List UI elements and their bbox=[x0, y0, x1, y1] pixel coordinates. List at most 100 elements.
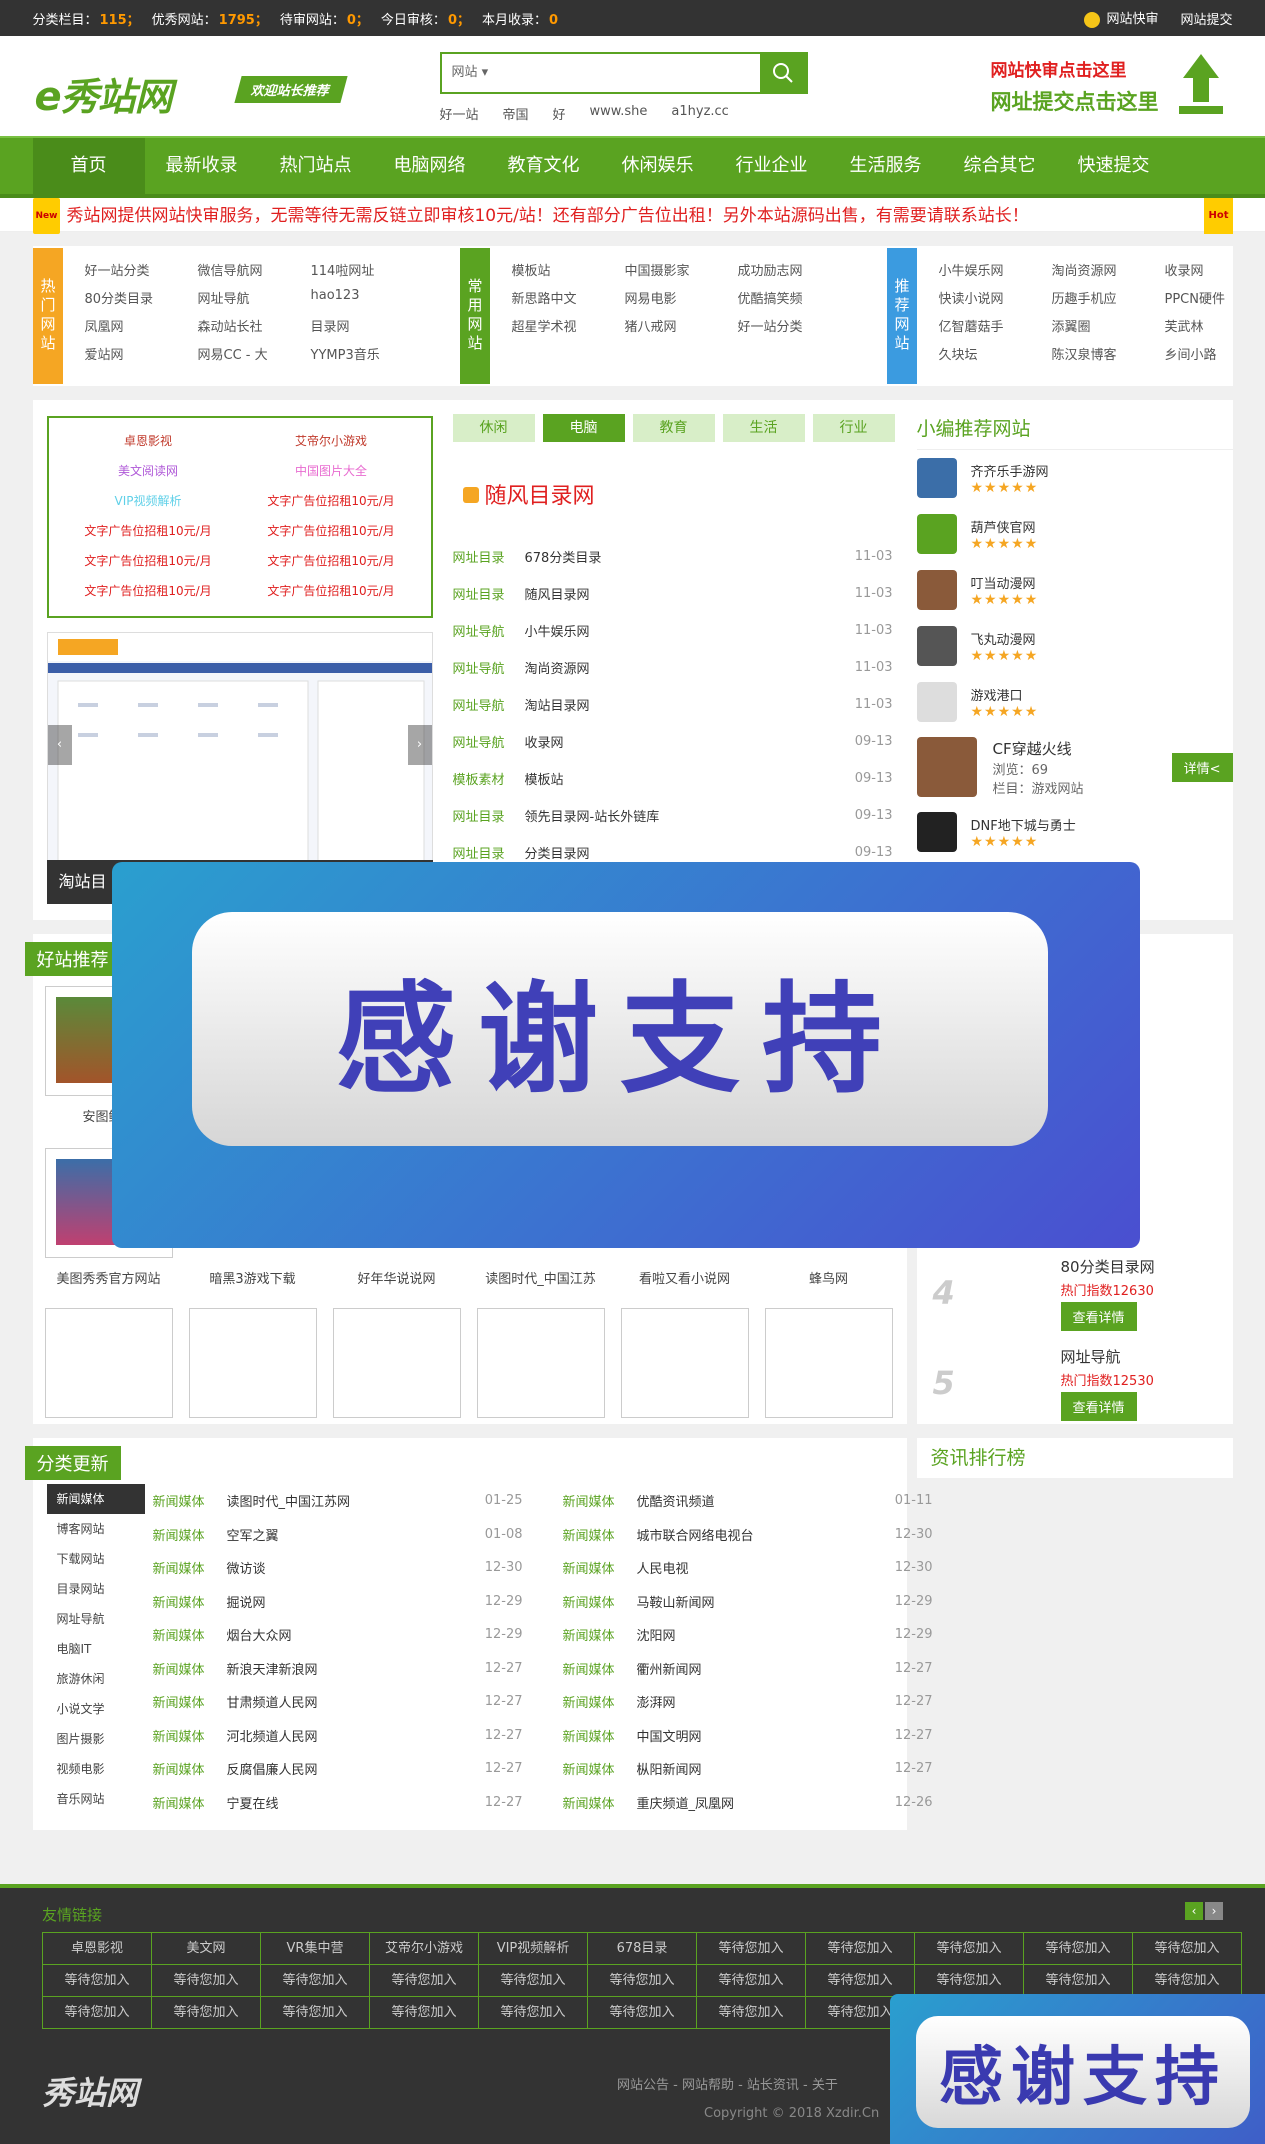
recommend-item[interactable]: 叮当动漫网 ★★★★★ bbox=[916, 562, 1233, 618]
item-name[interactable]: 分类目录网 bbox=[525, 843, 855, 862]
friend-link[interactable]: 等待您加入 bbox=[1024, 1933, 1133, 1965]
quick-link[interactable]: 优酷搞笑频 bbox=[738, 288, 851, 316]
slide-next-button[interactable]: › bbox=[407, 725, 432, 765]
item-category[interactable]: 新闻媒体 bbox=[153, 1558, 227, 1577]
rank-item[interactable]: 5 网址导航 热门指数12530 查看详情 bbox=[917, 1334, 1233, 1424]
hot-keyword-link[interactable]: 好 bbox=[553, 104, 566, 123]
item-name[interactable]: 澎湃网 bbox=[637, 1692, 895, 1711]
good-site-label[interactable]: 蜂鸟网 bbox=[765, 1268, 893, 1290]
item-category[interactable]: 网址目录 bbox=[453, 843, 525, 862]
search-input[interactable] bbox=[501, 54, 760, 92]
notice-text[interactable]: 秀站网提供网站快审服务，无需等待无需反链立即审核10元/站！还有部分广告位出租！… bbox=[66, 199, 1028, 233]
quick-link[interactable]: 陈汉泉博客 bbox=[1052, 344, 1165, 372]
quick-link[interactable]: 淘尚资源网 bbox=[1052, 260, 1165, 288]
item-category[interactable]: 网址导航 bbox=[453, 732, 525, 751]
good-site-card[interactable] bbox=[188, 1308, 317, 1418]
text-ad-link[interactable]: 文字广告位招租10元/月 bbox=[240, 576, 423, 606]
quick-link[interactable]: hao123 bbox=[311, 288, 424, 316]
quick-link[interactable]: 凤凰网 bbox=[85, 316, 198, 344]
quick-link[interactable]: 目录网 bbox=[311, 316, 424, 344]
quick-link[interactable]: 芙武林 bbox=[1165, 316, 1265, 344]
list-item[interactable]: 网址导航 收录网 09-13 bbox=[453, 723, 893, 760]
item-name[interactable]: 马鞍山新闻网 bbox=[637, 1592, 895, 1611]
list-item[interactable]: 网址导航 小牛娱乐网 11-03 bbox=[453, 612, 893, 649]
category-sidebar-item[interactable]: 视频电影 bbox=[47, 1754, 145, 1784]
item-category[interactable]: 模板素材 bbox=[453, 769, 525, 788]
item-category[interactable]: 新闻媒体 bbox=[153, 1659, 227, 1678]
list-item[interactable]: 新闻媒体 宁夏在线 12-27 bbox=[153, 1786, 523, 1820]
item-name[interactable]: 中国文明网 bbox=[637, 1726, 895, 1745]
nav-item[interactable]: 生活服务 bbox=[829, 138, 943, 194]
friend-link[interactable]: 等待您加入 bbox=[479, 1997, 588, 2029]
quick-link[interactable]: 114啦网址 bbox=[311, 260, 424, 288]
site-logo[interactable]: e秀站网 bbox=[35, 66, 173, 121]
category-sidebar-item[interactable]: 电脑IT bbox=[47, 1634, 145, 1664]
item-category[interactable]: 新闻媒体 bbox=[563, 1793, 637, 1812]
item-name[interactable]: 模板站 bbox=[525, 769, 855, 788]
friend-link[interactable]: 等待您加入 bbox=[806, 1933, 915, 1965]
text-ad-link[interactable]: 文字广告位招租10元/月 bbox=[240, 486, 423, 516]
quick-link[interactable]: 好一站分类 bbox=[738, 316, 851, 344]
friend-link[interactable]: 等待您加入 bbox=[261, 1965, 370, 1997]
item-name[interactable]: 城市联合网络电视台 bbox=[637, 1525, 895, 1544]
friend-link[interactable]: 等待您加入 bbox=[43, 1997, 152, 2029]
friend-link[interactable]: 卓恩影视 bbox=[43, 1933, 152, 1965]
text-ad-link[interactable]: 文字广告位招租10元/月 bbox=[57, 516, 240, 546]
search-type-select[interactable]: 网站 ▾ bbox=[442, 54, 502, 92]
friend-link[interactable]: 等待您加入 bbox=[261, 1997, 370, 2029]
view-details-button[interactable]: 查看详情 bbox=[1060, 1302, 1137, 1331]
friend-link[interactable]: VR集中营 bbox=[261, 1933, 370, 1965]
nav-item[interactable]: 综合其它 bbox=[943, 138, 1057, 194]
item-name[interactable]: 掘说网 bbox=[227, 1592, 485, 1611]
item-category[interactable]: 网址目录 bbox=[453, 547, 525, 566]
quick-link[interactable]: 亿智蘑菇手 bbox=[939, 316, 1052, 344]
item-category[interactable]: 新闻媒体 bbox=[153, 1491, 227, 1510]
quick-link[interactable]: YYMP3音乐 bbox=[311, 344, 424, 372]
tab-featured-title[interactable]: 随风目录网 bbox=[462, 478, 595, 510]
friend-link[interactable]: 等待您加入 bbox=[152, 1965, 261, 1997]
good-site-label[interactable]: 美图秀秀官方网站 bbox=[45, 1268, 173, 1290]
item-category[interactable]: 新闻媒体 bbox=[153, 1592, 227, 1611]
text-ad-link[interactable]: 艾帝尔小游戏 bbox=[240, 426, 423, 456]
next-icon[interactable]: › bbox=[1205, 1902, 1223, 1920]
quick-link[interactable]: 好一站分类 bbox=[85, 260, 198, 288]
list-item[interactable]: 新闻媒体 烟台大众网 12-29 bbox=[153, 1618, 523, 1652]
fast-review-link[interactable]: 网站快审 bbox=[1084, 8, 1158, 28]
text-ad-link[interactable]: 文字广告位招租10元/月 bbox=[240, 546, 423, 576]
list-item[interactable]: 网址导航 淘站目录网 11-03 bbox=[453, 686, 893, 723]
text-ad-link[interactable]: 文字广告位招租10元/月 bbox=[240, 516, 423, 546]
item-category[interactable]: 新闻媒体 bbox=[153, 1625, 227, 1644]
list-item[interactable]: 新闻媒体 掘说网 12-29 bbox=[153, 1585, 523, 1619]
quick-link[interactable]: 历趣手机应 bbox=[1052, 288, 1165, 316]
text-ad-link[interactable]: 文字广告位招租10元/月 bbox=[57, 576, 240, 606]
nav-item[interactable]: 最新收录 bbox=[145, 138, 259, 194]
quick-link[interactable]: 久块坛 bbox=[939, 344, 1052, 372]
item-name[interactable]: 小牛娱乐网 bbox=[525, 621, 855, 640]
nav-item[interactable]: 电脑网络 bbox=[373, 138, 487, 194]
nav-item[interactable]: 快速提交 bbox=[1057, 138, 1171, 194]
quick-link[interactable]: 网址导航 bbox=[198, 288, 311, 316]
slide-prev-button[interactable]: ‹ bbox=[47, 725, 72, 765]
category-sidebar-item[interactable]: 小说文学 bbox=[47, 1694, 145, 1724]
submit-site-link[interactable]: 网站提交 bbox=[1180, 9, 1232, 28]
item-category[interactable]: 新闻媒体 bbox=[153, 1759, 227, 1778]
rank-name[interactable]: 80分类目录网 bbox=[1061, 1256, 1155, 1277]
hot-keyword-link[interactable]: a1hyz.cc bbox=[671, 104, 728, 123]
quick-link[interactable]: 微信导航网 bbox=[198, 260, 311, 288]
list-item[interactable]: 新闻媒体 城市联合网络电视台 12-30 bbox=[563, 1518, 933, 1552]
recommend-item[interactable]: DNF地下城与勇士 ★★★★★ bbox=[916, 804, 1233, 860]
item-category[interactable]: 新闻媒体 bbox=[563, 1726, 637, 1745]
nav-item[interactable]: 热门站点 bbox=[259, 138, 373, 194]
item-category[interactable]: 新闻媒体 bbox=[563, 1491, 637, 1510]
tab[interactable]: 休闲 bbox=[452, 414, 535, 442]
item-category[interactable]: 新闻媒体 bbox=[563, 1692, 637, 1711]
friend-link[interactable]: 等待您加入 bbox=[479, 1965, 588, 1997]
item-category[interactable]: 新闻媒体 bbox=[563, 1759, 637, 1778]
item-name[interactable]: 衢州新闻网 bbox=[637, 1659, 895, 1678]
category-sidebar-item[interactable]: 图片摄影 bbox=[47, 1724, 145, 1754]
tab[interactable]: 电脑 bbox=[542, 414, 625, 442]
quick-link[interactable]: 模板站 bbox=[512, 260, 625, 288]
item-category[interactable]: 新闻媒体 bbox=[563, 1558, 637, 1577]
list-item[interactable]: 新闻媒体 微访谈 12-30 bbox=[153, 1551, 523, 1585]
quick-link[interactable]: 爱站网 bbox=[85, 344, 198, 372]
